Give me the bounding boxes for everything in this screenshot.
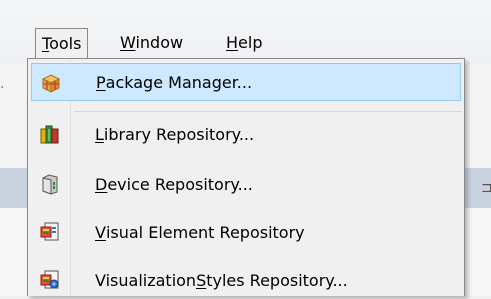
menu-item-package-manager[interactable]: Package Manager... — [31, 63, 461, 101]
menu-help[interactable]: Help — [220, 28, 268, 58]
library-repository-mnemonic: L — [95, 124, 104, 144]
device-repository-mnemonic: D — [95, 174, 108, 194]
menu-help-label: elp — [238, 33, 263, 52]
menu-tools[interactable]: Tools — [35, 28, 89, 60]
visualization-styles-repository-mnemonic: S — [196, 270, 207, 290]
visualization-styles-repository-prefix: Visualization — [95, 270, 197, 290]
visual-element-repository-label: isual Element Repository — [105, 222, 305, 242]
device-repository-icon — [42, 174, 58, 195]
menu-tools-label: ools — [49, 34, 82, 53]
visualization-styles-repository-icon — [40, 270, 59, 289]
package-manager-icon — [41, 74, 61, 93]
menu-window-mnemonic: W — [120, 33, 136, 52]
menu-window[interactable]: Window — [114, 28, 189, 58]
menu-window-label: indow — [135, 33, 184, 52]
visualization-styles-repository-label: tyles Repository... — [206, 270, 348, 290]
menu-help-mnemonic: H — [226, 33, 239, 52]
menu-item-device-repository[interactable]: Device Repository... — [31, 165, 461, 203]
tools-dropdown-menu: Package Manager... Library Repository...… — [27, 58, 465, 296]
menu-separator — [74, 111, 462, 112]
visual-element-repository-icon — [40, 222, 59, 241]
library-repository-label: ibrary Repository... — [103, 124, 255, 144]
menu-item-visualization-styles-repository[interactable]: Visualization Styles Repository... — [31, 261, 461, 299]
library-repository-icon — [40, 125, 59, 144]
toolbar-grip-icon[interactable]: · — [0, 81, 8, 95]
menu-tools-mnemonic: T — [42, 34, 50, 53]
package-manager-label: ackage Manager... — [105, 72, 253, 92]
pin-icon[interactable]: ⊐ — [481, 180, 491, 196]
menu-item-visual-element-repository[interactable]: Visual Element Repository — [31, 213, 461, 251]
visual-element-repository-mnemonic: V — [95, 222, 106, 242]
package-manager-mnemonic: P — [96, 72, 106, 92]
device-repository-label: evice Repository... — [107, 174, 253, 194]
menu-item-library-repository[interactable]: Library Repository... — [31, 115, 461, 153]
